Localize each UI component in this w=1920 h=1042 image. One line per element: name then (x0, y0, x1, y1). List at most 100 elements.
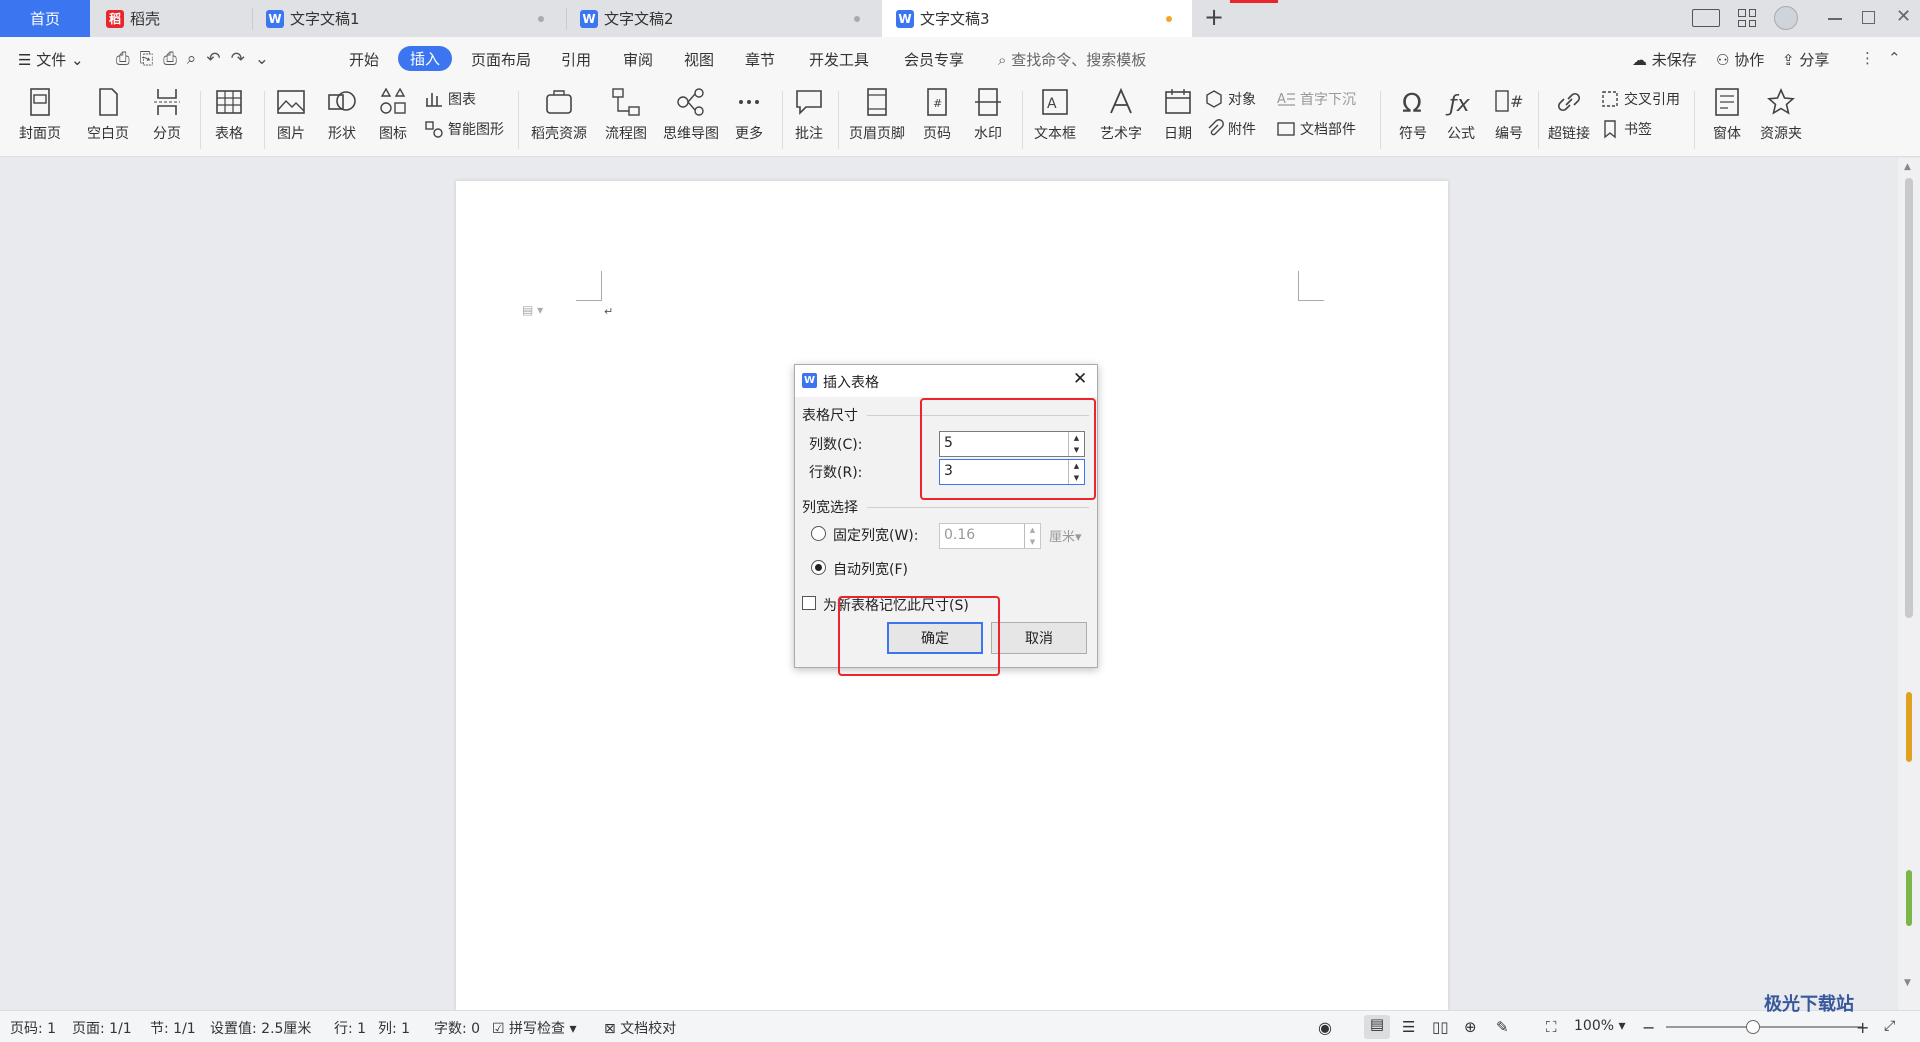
object-button[interactable]: 对象 (1204, 89, 1256, 109)
page-number-status[interactable]: 页码: 1 (10, 1018, 56, 1038)
fixed-width-radio[interactable] (811, 526, 826, 541)
table-button[interactable]: 表格 (196, 85, 262, 143)
layout-options-icon[interactable]: ▤ ▾ (522, 303, 543, 317)
cover-page-button[interactable]: 封面页 (7, 85, 73, 143)
dialog-close-icon[interactable]: ✕ (1073, 369, 1087, 389)
web-view-icon[interactable]: ⊕ (1464, 1018, 1477, 1036)
tab-doc2[interactable]: W 文字文稿2 (566, 0, 880, 37)
file-menu[interactable]: ☰ 文件 ⌄ (18, 49, 84, 70)
menu-view[interactable]: 视图 (684, 49, 714, 70)
menu-review[interactable]: 审阅 (623, 49, 653, 70)
page-view-icon[interactable]: ▤ (1364, 1015, 1390, 1039)
word-count-status[interactable]: 字数: 0 (434, 1018, 480, 1038)
cancel-button[interactable]: 取消 (991, 622, 1087, 654)
scroll-up-icon[interactable]: ▲ (1904, 162, 1911, 172)
share-button[interactable]: ⇪ 分享 (1782, 49, 1829, 70)
tab-close-icon[interactable] (538, 16, 544, 22)
auto-width-radio[interactable] (811, 560, 826, 575)
setting-status[interactable]: 设置值: 2.5厘米 (210, 1018, 311, 1038)
section-status[interactable]: 节: 1/1 (150, 1018, 196, 1038)
spin-up-icon[interactable]: ▲ (1025, 524, 1040, 536)
dialog-titlebar[interactable]: W 插入表格 ✕ (795, 365, 1097, 397)
textbox-button[interactable]: A 文本框 (1022, 85, 1088, 143)
scroll-thumb[interactable] (1905, 178, 1913, 618)
doc-parts-button[interactable]: 文档部件 (1276, 119, 1356, 139)
tab-close-icon[interactable] (854, 16, 860, 22)
textbox-icon: A (1042, 89, 1068, 115)
header-footer-icon (867, 88, 887, 116)
new-tab-button[interactable]: + (1204, 3, 1224, 31)
margin-corner-right (1298, 271, 1324, 301)
highlight-box-ok (838, 596, 1000, 676)
spell-check-button[interactable]: ☑ 拼写检查 ▾ (492, 1018, 577, 1038)
tab-home[interactable]: 首页 (0, 0, 90, 37)
zoom-dropdown[interactable]: 100% ▾ (1574, 1018, 1626, 1034)
comment-button[interactable]: 批注 (776, 85, 842, 143)
blank-page-button[interactable]: 空白页 (75, 85, 141, 143)
bookmark-button[interactable]: 书签 (1600, 119, 1652, 139)
tab-doc3[interactable]: W 文字文稿3 (882, 0, 1192, 37)
proofread-button[interactable]: ⊠ 文档校对 (604, 1018, 676, 1038)
col-status[interactable]: 列: 1 (378, 1018, 410, 1038)
menu-insert[interactable]: 插入 (398, 46, 453, 71)
zoom-in-icon[interactable]: + (1856, 1018, 1869, 1037)
grid-icon[interactable] (1738, 9, 1756, 27)
avatar[interactable] (1774, 6, 1798, 30)
smart-graphic-button[interactable]: 智能图形 (424, 119, 504, 139)
outline-view-icon[interactable]: ☰ (1402, 1018, 1415, 1036)
quick-access-toolbar[interactable]: ⎙⎘⎙⌕↶↷⌄ (116, 49, 279, 69)
tab-docer[interactable]: 稻 稻壳 (92, 0, 250, 37)
icon-button[interactable]: 图标 (360, 85, 426, 143)
fixed-width-spin-buttons[interactable]: ▲ ▼ (1024, 524, 1040, 548)
menu-developer[interactable]: 开发工具 (809, 49, 869, 70)
fixed-width-spinner[interactable]: 0.16 ▲ ▼ (939, 523, 1041, 549)
fullscreen-icon[interactable]: ⤢ (1884, 1018, 1895, 1034)
menu-chapter[interactable]: 章节 (745, 49, 775, 70)
remember-size-checkbox[interactable] (802, 596, 816, 610)
spin-down-icon[interactable]: ▼ (1025, 536, 1040, 548)
numbering-button[interactable]: # 编号 (1476, 85, 1542, 143)
resource-folder-button[interactable]: 资源夹 (1748, 85, 1814, 143)
attachment-button[interactable]: 附件 (1204, 119, 1256, 139)
fit-page-icon[interactable]: ⛶ (1546, 1018, 1557, 1036)
docer-resources-button[interactable]: 稻壳资源 (526, 85, 592, 143)
restore-icon[interactable] (1862, 11, 1875, 24)
more-button[interactable]: 更多 (716, 85, 782, 143)
collapse-ribbon-icon[interactable]: ⌃ (1888, 49, 1901, 67)
flowchart-button[interactable]: 流程图 (593, 85, 659, 143)
docer-icon: 稻 (106, 9, 124, 28)
more-options-icon[interactable]: ⋮ (1860, 49, 1875, 67)
date-button[interactable]: 日期 (1145, 85, 1211, 143)
unit-dropdown[interactable]: 厘米▾ (1049, 526, 1082, 545)
pen-icon[interactable]: ✎ (1496, 1018, 1509, 1036)
watermark-button[interactable]: 水印 (955, 85, 1021, 143)
svg-text:#: # (933, 97, 942, 110)
minimize-icon[interactable] (1828, 18, 1842, 20)
mindmap-button[interactable]: 思维导图 (658, 85, 724, 143)
menu-start[interactable]: 开始 (349, 49, 379, 70)
reading-view-icon[interactable]: ▯▯ (1432, 1018, 1449, 1036)
cross-reference-button[interactable]: 交叉引用 (1600, 89, 1680, 109)
eye-protection-icon[interactable]: ◉ (1318, 1018, 1332, 1037)
collab-button[interactable]: ⚇ 协作 (1716, 49, 1764, 70)
layout-icon[interactable] (1692, 9, 1720, 27)
row-status[interactable]: 行: 1 (334, 1018, 366, 1038)
header-footer-button[interactable]: 页眉页脚 (844, 85, 910, 143)
vertical-scrollbar[interactable]: ▲ ▼ (1898, 158, 1920, 1010)
scroll-down-icon[interactable]: ▼ (1904, 978, 1911, 988)
search-command[interactable]: ⌕ 查找命令、搜索模板 (998, 49, 1146, 70)
drop-cap-button[interactable]: A 首字下沉 (1276, 89, 1356, 109)
unsaved-status[interactable]: ☁ 未保存 (1632, 49, 1697, 70)
menu-member[interactable]: 会员专享 (904, 49, 964, 70)
pages-status[interactable]: 页面: 1/1 (72, 1018, 132, 1038)
zoom-out-icon[interactable]: − (1642, 1018, 1655, 1037)
menu-page-layout[interactable]: 页面布局 (471, 49, 531, 70)
page-break-button[interactable]: 分页 (134, 85, 200, 143)
tab-doc1[interactable]: W 文字文稿1 (252, 0, 564, 37)
chart-button[interactable]: 图表 (424, 89, 476, 109)
zoom-slider-thumb[interactable] (1746, 1020, 1760, 1034)
menu-references[interactable]: 引用 (561, 49, 591, 70)
zoom-slider-track[interactable] (1666, 1026, 1862, 1028)
hyperlink-button[interactable]: 超链接 (1536, 85, 1602, 143)
close-icon[interactable]: ✕ (1896, 6, 1911, 27)
